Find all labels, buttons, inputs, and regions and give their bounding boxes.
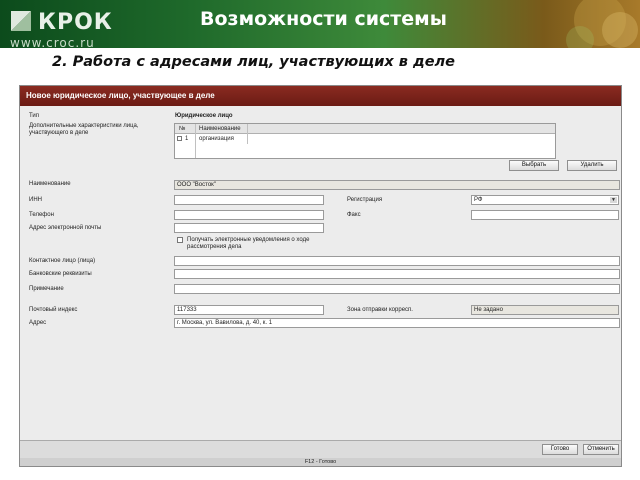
zone-field[interactable]: Не задано (471, 305, 619, 315)
contact-field[interactable] (174, 256, 620, 266)
cancel-button[interactable]: Отменить (583, 444, 619, 455)
notify-label: Получать электронные уведомления о ходе … (187, 237, 310, 250)
form-header: Новое юридическое лицо, участвующее в де… (20, 86, 621, 106)
name-field[interactable]: ООО "Восток" (174, 180, 620, 190)
address-label: Адрес (29, 320, 47, 326)
fax-label: Факс (347, 212, 361, 218)
logo-url: www.croc.ru (10, 36, 95, 50)
phone-field[interactable] (174, 210, 324, 220)
inn-field[interactable] (174, 195, 324, 205)
fax-field[interactable] (471, 210, 619, 220)
row-number: 1 (185, 136, 189, 142)
table-header: № Наименование (175, 124, 555, 134)
address-field[interactable]: г. Москва, ул. Вавилова, д. 40, к. 1 (174, 318, 620, 328)
postal-index-field[interactable]: 117333 (174, 305, 324, 315)
row-checkbox[interactable] (177, 136, 182, 141)
phone-label: Телефон (29, 212, 54, 218)
logo-text: КРОК (38, 10, 113, 35)
decorative-ornament-icon (566, 0, 638, 48)
ok-button[interactable]: Готово (542, 444, 578, 455)
slide-banner: КРОК www.croc.ru Возможности системы (0, 0, 640, 50)
form-window: Новое юридическое лицо, участвующее в де… (19, 85, 622, 467)
row-name: организация (199, 136, 234, 142)
column-name-header: Наименование (199, 126, 241, 132)
characteristics-table: № Наименование 1 организация (174, 123, 556, 159)
notify-checkbox[interactable] (177, 237, 183, 243)
registration-label: Регистрация (347, 197, 383, 203)
characteristics-label: Дополнительные характеристики лица, учас… (29, 123, 139, 136)
note-field[interactable] (174, 284, 620, 294)
croc-logo-mark-icon (11, 11, 31, 31)
type-value: Юридическое лицо (175, 113, 233, 119)
email-label: Адрес электронной почты (29, 225, 102, 231)
delete-button[interactable]: Удалить (567, 160, 617, 171)
type-label: Тип (29, 113, 40, 119)
column-number-header: № (179, 126, 186, 132)
registration-select[interactable]: РФ ▼ (471, 195, 619, 205)
slide-title: Возможности системы (200, 8, 447, 30)
contact-label: Контактное лицо (лица) (29, 258, 96, 264)
select-button[interactable]: Выбрать (509, 160, 559, 171)
slide-subtitle: 2. Работа с адресами лиц, участвующих в … (52, 54, 455, 70)
inn-label: ИНН (29, 197, 42, 203)
chevron-down-icon[interactable]: ▼ (610, 197, 617, 203)
bank-field[interactable] (174, 269, 620, 279)
registration-value: РФ (474, 197, 483, 203)
email-field[interactable] (174, 223, 324, 233)
zone-label: Зона отправки корресп. (347, 307, 413, 313)
table-row[interactable]: 1 организация (175, 134, 555, 144)
postal-index-label: Почтовый индекс (29, 307, 78, 313)
bank-label: Банковские реквизиты (29, 271, 92, 277)
note-label: Примечание (29, 286, 64, 292)
name-label: Наименование (29, 181, 71, 187)
status-bar: F12 - Готово (20, 458, 621, 466)
form-footer: Готово Отменить (20, 440, 621, 458)
